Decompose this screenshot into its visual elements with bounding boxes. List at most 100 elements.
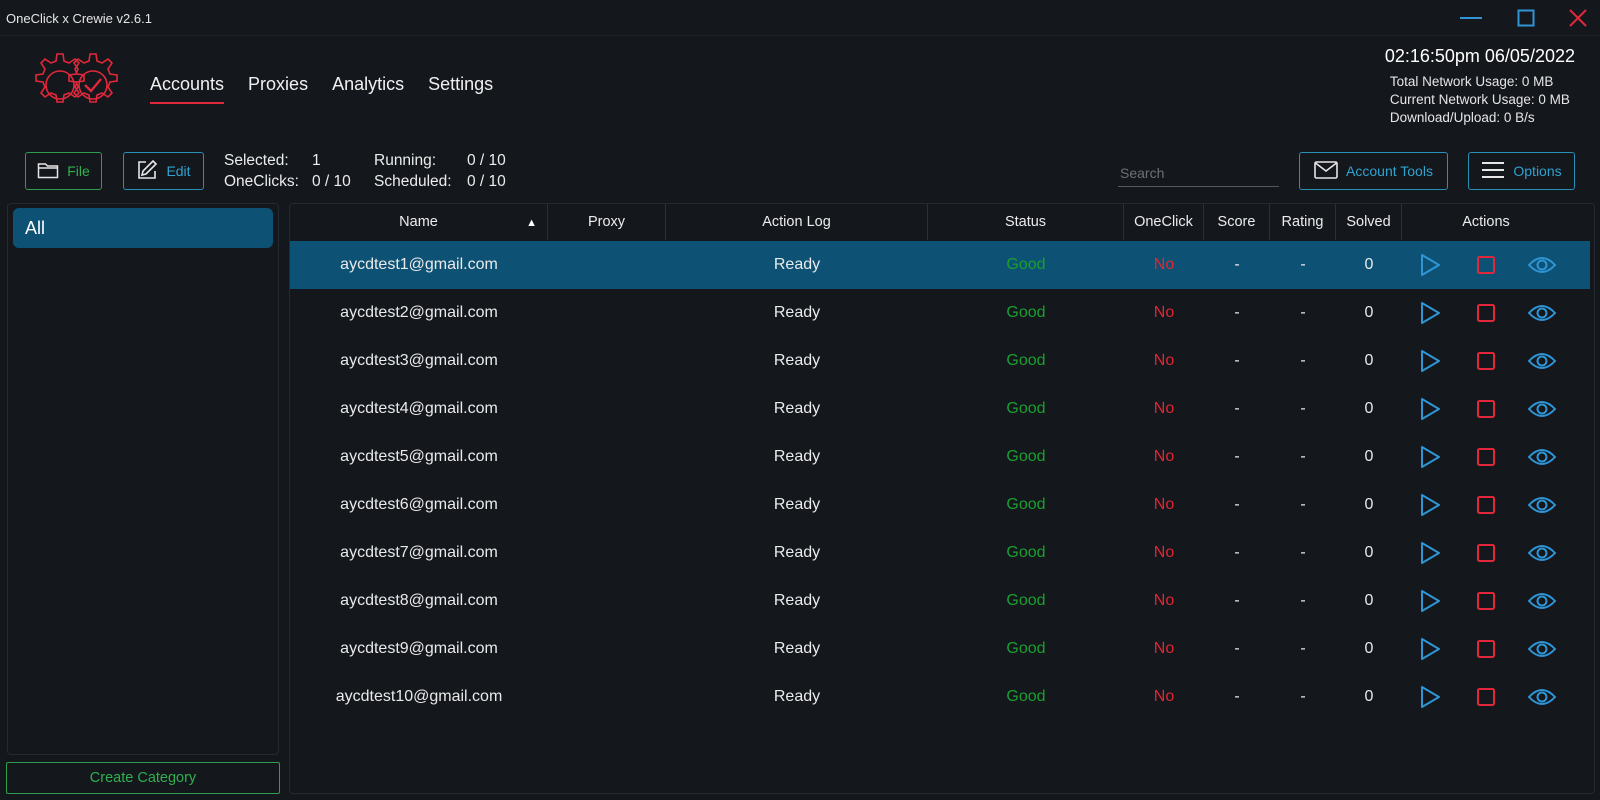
table-row[interactable]: aycdtest4@gmail.com Ready Good No - - 0 xyxy=(290,385,1590,433)
stop-icon[interactable] xyxy=(1471,250,1501,280)
stop-icon[interactable] xyxy=(1471,346,1501,376)
title-bar: OneClick x Crewie v2.6.1 xyxy=(0,0,1600,36)
account-tools-button[interactable]: Account Tools xyxy=(1299,152,1448,190)
table-row[interactable]: aycdtest6@gmail.com Ready Good No - - 0 xyxy=(290,481,1590,529)
rating-cell: - xyxy=(1300,544,1306,561)
eye-icon[interactable] xyxy=(1527,298,1557,328)
table-row[interactable]: aycdtest5@gmail.com Ready Good No - - 0 xyxy=(290,433,1590,481)
category-sidebar: All xyxy=(7,203,279,755)
play-icon[interactable] xyxy=(1415,634,1445,664)
proxy-cell xyxy=(548,289,666,337)
play-icon[interactable] xyxy=(1415,586,1445,616)
solved-cell: 0 xyxy=(1364,544,1374,561)
window-title: OneClick x Crewie v2.6.1 xyxy=(6,11,152,26)
folder-icon xyxy=(37,161,59,182)
stop-icon[interactable] xyxy=(1471,682,1501,712)
stop-icon[interactable] xyxy=(1471,442,1501,472)
running-value: 0 / 10 xyxy=(467,151,506,169)
score-cell: - xyxy=(1234,400,1240,417)
eye-icon[interactable] xyxy=(1527,394,1557,424)
table-row[interactable]: aycdtest7@gmail.com Ready Good No - - 0 xyxy=(290,529,1590,577)
account-email: aycdtest6@gmail.com xyxy=(340,496,498,513)
proxy-cell xyxy=(548,577,666,625)
category-all[interactable]: All xyxy=(13,208,273,248)
stop-icon[interactable] xyxy=(1471,298,1501,328)
stop-icon[interactable] xyxy=(1471,634,1501,664)
search-input[interactable] xyxy=(1118,160,1279,187)
edit-button[interactable]: Edit xyxy=(123,152,204,190)
play-icon[interactable] xyxy=(1415,346,1445,376)
account-email: aycdtest8@gmail.com xyxy=(340,592,498,609)
column-action-log[interactable]: Action Log xyxy=(666,204,928,240)
running-label: Running: xyxy=(374,151,437,169)
column-status[interactable]: Status xyxy=(928,204,1124,240)
selected-label: Selected: xyxy=(224,151,289,169)
play-icon[interactable] xyxy=(1415,394,1445,424)
table-row[interactable]: aycdtest3@gmail.com Ready Good No - - 0 xyxy=(290,337,1590,385)
oneclick-cell: No xyxy=(1153,448,1175,465)
minimize-icon[interactable] xyxy=(1456,6,1486,30)
column-actions: Actions xyxy=(1462,214,1510,230)
tab-settings[interactable]: Settings xyxy=(428,74,493,101)
solved-cell: 0 xyxy=(1364,448,1374,465)
row-actions xyxy=(1402,337,1570,385)
stop-icon[interactable] xyxy=(1471,394,1501,424)
rating-cell: - xyxy=(1300,592,1306,609)
eye-icon[interactable] xyxy=(1527,250,1557,280)
play-icon[interactable] xyxy=(1415,298,1445,328)
eye-icon[interactable] xyxy=(1527,634,1557,664)
rating-cell: - xyxy=(1300,640,1306,657)
eye-icon[interactable] xyxy=(1527,490,1557,520)
sort-ascending-icon: ▲ xyxy=(526,217,537,229)
column-rating[interactable]: Rating xyxy=(1270,204,1336,240)
eye-icon[interactable] xyxy=(1527,682,1557,712)
row-actions xyxy=(1402,385,1570,433)
score-cell: - xyxy=(1234,544,1240,561)
status-cell: Good xyxy=(1006,688,1046,705)
eye-icon[interactable] xyxy=(1527,346,1557,376)
eye-icon[interactable] xyxy=(1527,538,1557,568)
action-log-cell: Ready xyxy=(773,400,821,417)
column-solved[interactable]: Solved xyxy=(1336,204,1402,240)
table-row[interactable]: aycdtest9@gmail.com Ready Good No - - 0 xyxy=(290,625,1590,673)
column-name[interactable]: Name ▲ xyxy=(290,204,548,240)
table-row[interactable]: aycdtest8@gmail.com Ready Good No - - 0 xyxy=(290,577,1590,625)
maximize-icon[interactable] xyxy=(1511,6,1541,30)
eye-icon[interactable] xyxy=(1527,586,1557,616)
solved-cell: 0 xyxy=(1364,640,1374,657)
hamburger-icon xyxy=(1481,161,1505,182)
oneclicks-label: OneClicks: xyxy=(224,172,299,190)
tab-proxies[interactable]: Proxies xyxy=(248,74,308,101)
eye-icon[interactable] xyxy=(1527,442,1557,472)
close-icon[interactable] xyxy=(1563,6,1593,30)
column-proxy[interactable]: Proxy xyxy=(548,204,666,240)
stop-icon[interactable] xyxy=(1471,490,1501,520)
play-icon[interactable] xyxy=(1415,490,1445,520)
play-icon[interactable] xyxy=(1415,250,1445,280)
app-logo xyxy=(22,50,128,120)
main-nav: Accounts Proxies Analytics Settings xyxy=(150,74,493,104)
account-email: aycdtest3@gmail.com xyxy=(340,352,498,369)
table-row[interactable]: aycdtest10@gmail.com Ready Good No - - 0 xyxy=(290,673,1590,721)
play-icon[interactable] xyxy=(1415,538,1445,568)
play-icon[interactable] xyxy=(1415,682,1445,712)
options-button[interactable]: Options xyxy=(1468,152,1575,190)
action-log-cell: Ready xyxy=(773,544,821,561)
table-row[interactable]: aycdtest2@gmail.com Ready Good No - - 0 xyxy=(290,289,1590,337)
oneclick-cell: No xyxy=(1153,640,1175,657)
proxy-cell xyxy=(548,337,666,385)
status-cell: Good xyxy=(1006,640,1046,657)
stop-icon[interactable] xyxy=(1471,538,1501,568)
download-upload: Download/Upload: 0 B/s xyxy=(1389,110,1535,125)
create-category-button[interactable]: Create Category xyxy=(6,762,280,794)
stop-icon[interactable] xyxy=(1471,586,1501,616)
column-oneclick[interactable]: OneClick xyxy=(1124,204,1204,240)
accounts-table: Name ▲ Proxy Action Log Status OneClick … xyxy=(289,203,1595,794)
tab-analytics[interactable]: Analytics xyxy=(332,74,404,101)
tab-accounts[interactable]: Accounts xyxy=(150,74,225,104)
play-icon[interactable] xyxy=(1415,442,1445,472)
score-cell: - xyxy=(1234,592,1240,609)
file-button[interactable]: File xyxy=(25,152,102,190)
column-score[interactable]: Score xyxy=(1204,204,1270,240)
table-row[interactable]: aycdtest1@gmail.com Ready Good No - - 0 xyxy=(290,241,1590,289)
